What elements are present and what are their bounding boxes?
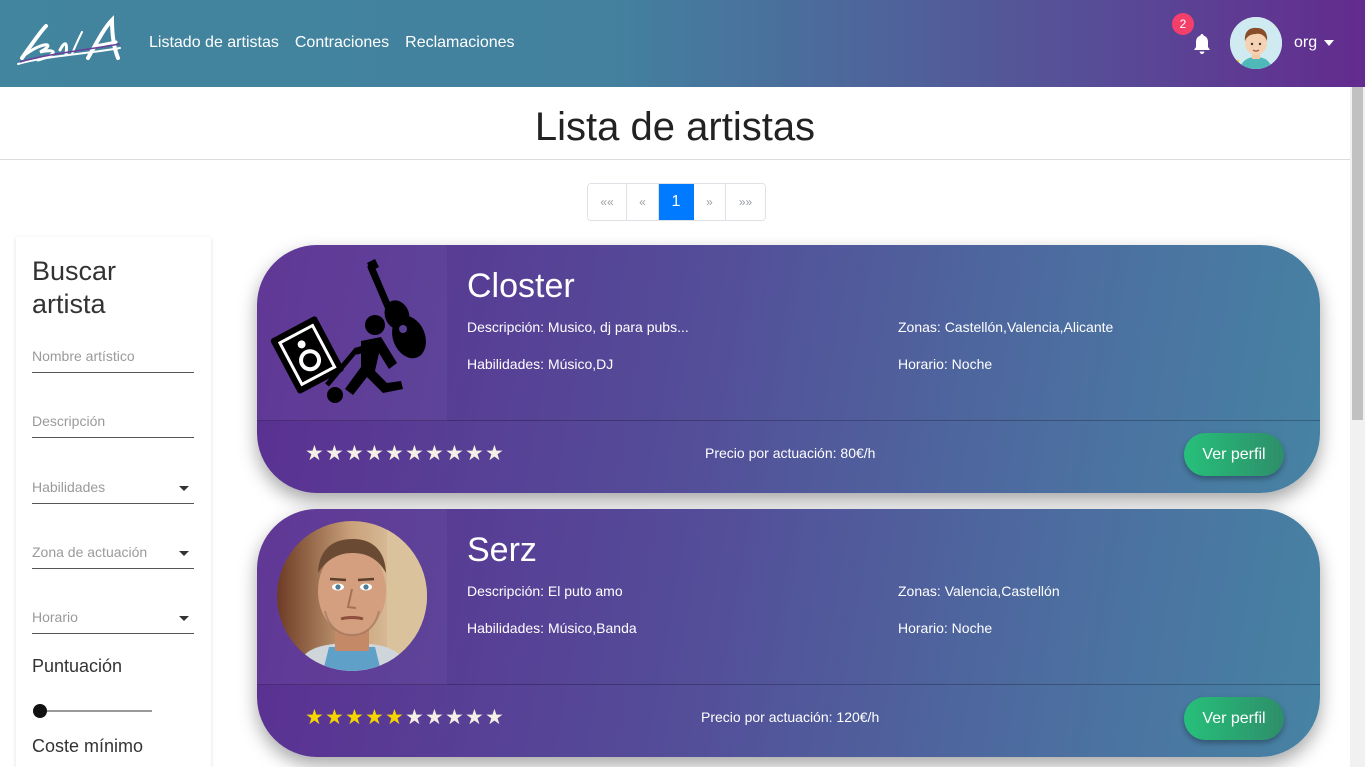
- star-icon: ★: [465, 706, 484, 729]
- star-icon: ★: [465, 442, 484, 465]
- user-avatar[interactable]: [1230, 17, 1282, 69]
- star-icon: ★: [425, 706, 444, 729]
- search-sidebar: Buscar artista Nombre artístico Descripc…: [16, 237, 211, 767]
- star-icon: ★: [425, 442, 444, 465]
- artist-name: Serz: [467, 531, 537, 569]
- artist-price: Precio por actuación: 120€/h: [701, 709, 880, 725]
- pagination-first[interactable]: ««: [588, 184, 627, 220]
- chevron-down-icon: [179, 616, 189, 621]
- artist-image-box: [257, 509, 447, 685]
- star-icon: ★: [365, 442, 384, 465]
- star-icon: ★: [445, 442, 464, 465]
- artist-skills: Habilidades: Músico,DJ: [467, 356, 614, 372]
- rating-slider-track[interactable]: [40, 710, 152, 712]
- artist-description: Descripción: El puto amo: [467, 583, 623, 599]
- rating-label: Puntuación: [32, 656, 123, 676]
- artist-name: Closter: [467, 267, 575, 305]
- skills-placeholder: Habilidades: [32, 479, 106, 495]
- nav-link-artists[interactable]: Listado de artistas: [149, 34, 279, 52]
- artist-description: Descripción: Musico, dj para pubs...: [467, 319, 689, 335]
- artist-price: Precio por actuación: 80€/h: [705, 445, 876, 461]
- main-nav: Listado de artistas Contraciones Reclama…: [149, 34, 515, 52]
- bell-icon[interactable]: [1190, 32, 1214, 56]
- artist-name-input[interactable]: Nombre artístico: [32, 343, 194, 373]
- star-icon: ★: [325, 442, 344, 465]
- chevron-down-icon: [179, 551, 189, 556]
- star-icon: ★: [385, 442, 404, 465]
- star-icon: ★: [305, 442, 324, 465]
- pagination-last[interactable]: »»: [726, 184, 765, 220]
- star-icon: ★: [485, 706, 504, 729]
- star-icon: ★: [405, 442, 424, 465]
- rating-stars: ★ ★ ★ ★ ★ ★ ★ ★ ★ ★: [305, 441, 505, 466]
- artist-card: Closter Descripción: Musico, dj para pub…: [257, 245, 1320, 493]
- artist-zones: Zonas: Valencia,Castellón: [898, 583, 1060, 599]
- pagination-prev[interactable]: «: [627, 184, 659, 220]
- navbar: Listado de artistas Contraciones Reclama…: [0, 0, 1365, 87]
- page-title: Lista de artistas: [534, 105, 816, 149]
- artist-name-placeholder: Nombre artístico: [32, 348, 135, 364]
- view-profile-button[interactable]: Ver perfil: [1184, 697, 1284, 740]
- description-placeholder: Descripción: [32, 413, 106, 429]
- artist-skills: Habilidades: Músico,Banda: [467, 620, 637, 636]
- pagination: «« « 1 » »»: [587, 183, 766, 221]
- brand-logo[interactable]: [16, 14, 124, 66]
- artist-schedule: Horario: Noche: [898, 620, 993, 636]
- avatar-illustration: [1230, 17, 1282, 69]
- artist-schedule: Horario: Noche: [898, 356, 993, 372]
- musician-pictogram-icon: [270, 259, 426, 403]
- artist-photo: [277, 521, 427, 671]
- star-icon: ★: [485, 442, 504, 465]
- zone-placeholder: Zona de actuación: [32, 544, 148, 560]
- user-menu-label[interactable]: org: [1294, 34, 1317, 52]
- notification-badge: 2: [1172, 13, 1194, 35]
- nav-link-claims[interactable]: Reclamaciones: [405, 34, 514, 52]
- star-icon: ★: [345, 442, 364, 465]
- rating-slider-handle[interactable]: [33, 704, 47, 718]
- artist-zones: Zonas: Castellón,Valencia,Alicante: [898, 319, 1114, 335]
- schedule-placeholder: Horario: [32, 609, 78, 625]
- man-portrait-icon: [277, 521, 427, 671]
- artist-card: Serz Descripción: El puto amo Zonas: Val…: [257, 509, 1320, 757]
- page-scrollbar-thumb[interactable]: [1352, 87, 1363, 420]
- skills-select[interactable]: Habilidades: [32, 474, 194, 504]
- artist-image-box: [257, 245, 447, 421]
- star-icon: ★: [365, 706, 384, 729]
- zone-select[interactable]: Zona de actuación: [32, 539, 194, 569]
- title-bar: Lista de artistas: [0, 87, 1350, 160]
- star-icon: ★: [405, 706, 424, 729]
- star-icon: ★: [325, 706, 344, 729]
- rating-stars: ★ ★ ★ ★ ★ ★ ★ ★ ★ ★: [305, 705, 505, 730]
- star-icon: ★: [305, 706, 324, 729]
- schedule-select[interactable]: Horario: [32, 604, 194, 634]
- chevron-down-icon[interactable]: [1324, 40, 1334, 46]
- sidebar-title: Buscar artista: [32, 256, 117, 319]
- view-profile-button[interactable]: Ver perfil: [1184, 433, 1284, 476]
- star-icon: ★: [385, 706, 404, 729]
- pagination-page-1[interactable]: 1: [659, 184, 694, 220]
- pagination-next[interactable]: »: [694, 184, 726, 220]
- star-icon: ★: [445, 706, 464, 729]
- star-icon: ★: [345, 706, 364, 729]
- chevron-down-icon: [179, 486, 189, 491]
- min-cost-label: Coste mínimo: [32, 736, 144, 756]
- nav-link-hirings[interactable]: Contraciones: [295, 34, 389, 52]
- description-input[interactable]: Descripción: [32, 408, 194, 438]
